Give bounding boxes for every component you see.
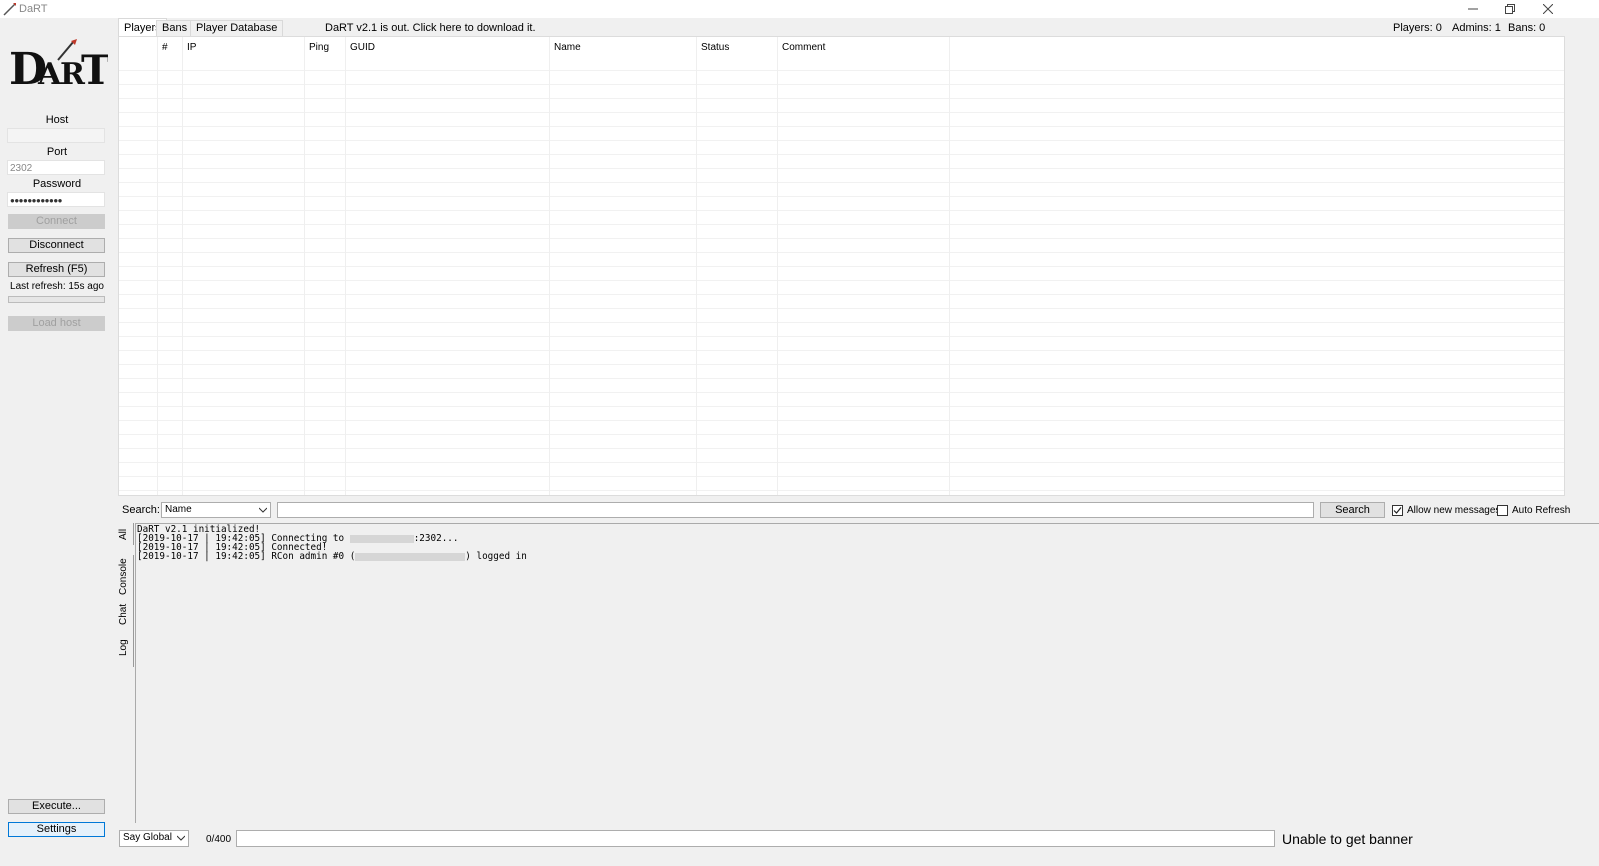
allow-new-messages-checkbox[interactable] — [1392, 505, 1403, 516]
refresh-button[interactable]: Refresh (F5) — [8, 262, 105, 277]
log-output[interactable]: DaRT v2.1 initialized! [2019-10-17 | 19:… — [135, 523, 1599, 823]
last-refresh-text: Last refresh: 15s ago — [10, 281, 104, 292]
tab-log-console[interactable]: Console — [118, 555, 134, 599]
say-target-value: Say Global — [123, 832, 172, 843]
tab-log-log[interactable]: Log — [118, 629, 134, 667]
column-header-name[interactable]: Name — [554, 42, 581, 53]
search-field-select[interactable]: Name — [161, 502, 271, 518]
close-icon — [1543, 4, 1553, 14]
log-line: [2019-10-17 | 19:42:05] Connecting to :2… — [137, 533, 459, 544]
restore-button[interactable] — [1492, 0, 1528, 18]
tab-log-all[interactable]: All — [118, 523, 134, 545]
column-divider — [696, 37, 697, 495]
auto-refresh-label: Auto Refresh — [1512, 505, 1571, 516]
tab-log-chat[interactable]: Chat — [118, 599, 134, 629]
column-header-ip[interactable]: IP — [187, 42, 196, 53]
host-field[interactable] — [7, 128, 105, 143]
dart-app-icon — [3, 3, 16, 16]
search-label: Search: — [122, 504, 160, 516]
column-header-ping[interactable]: Ping — [309, 42, 329, 53]
bans-count: Bans: 0 — [1508, 22, 1546, 34]
column-divider — [777, 37, 778, 495]
column-divider — [182, 37, 183, 495]
close-button[interactable] — [1530, 0, 1566, 18]
auto-refresh-checkbox[interactable] — [1497, 505, 1508, 516]
window-title: DaRT — [19, 3, 48, 15]
banner-status-text: Unable to get banner — [1282, 831, 1413, 847]
refresh-progress-bar — [8, 296, 105, 303]
column-divider — [949, 37, 950, 495]
update-notice-link[interactable]: DaRT v2.1 is out. Click here to download… — [325, 22, 536, 34]
svg-text:T: T — [81, 47, 108, 92]
admins-count: Admins: 1 — [1452, 22, 1501, 34]
players-table[interactable]: # IP Ping GUID Name Status Comment — [118, 36, 1565, 496]
log-line: [2019-10-17 | 19:42:05] Connected! — [137, 542, 328, 553]
redacted-host — [349, 534, 414, 543]
connect-button[interactable]: Connect — [8, 214, 105, 229]
log-line: DaRT v2.1 initialized! — [137, 524, 261, 535]
title-bar: DaRT — [0, 0, 1599, 18]
checkmark-icon — [1393, 507, 1402, 514]
character-counter: 0/400 — [206, 834, 232, 845]
search-input[interactable] — [277, 502, 1314, 518]
port-field[interactable]: 2302 — [7, 160, 105, 175]
search-field-value: Name — [165, 504, 192, 515]
column-header-status[interactable]: Status — [701, 42, 729, 53]
password-label: Password — [32, 178, 82, 190]
column-header-number[interactable]: # — [162, 42, 168, 53]
dart-logo: D A R T — [9, 39, 108, 92]
allow-new-messages-label: Allow new messages — [1407, 505, 1501, 516]
message-input[interactable] — [236, 830, 1275, 847]
column-header-comment[interactable]: Comment — [782, 42, 825, 53]
password-field[interactable]: ●●●●●●●●●●●● — [7, 192, 105, 207]
svg-text:A: A — [37, 57, 62, 92]
settings-button[interactable]: Settings — [8, 822, 105, 837]
port-label: Port — [46, 146, 68, 158]
players-count: Players: 0 — [1393, 22, 1442, 34]
log-tabs: All Console Chat Log — [118, 523, 134, 823]
column-divider — [304, 37, 305, 495]
disconnect-button[interactable]: Disconnect — [8, 238, 105, 253]
chevron-down-icon — [259, 507, 267, 513]
restore-icon — [1505, 4, 1515, 14]
tab-player-database[interactable]: Player Database — [190, 20, 284, 36]
host-label: Host — [45, 114, 69, 126]
search-button[interactable]: Search — [1320, 502, 1385, 518]
column-divider — [157, 37, 158, 495]
chevron-down-icon — [177, 835, 185, 841]
log-line: [2019-10-17 | 19:42:05] RCon admin #0 ()… — [137, 551, 527, 562]
column-divider — [345, 37, 346, 495]
load-host-button[interactable]: Load host — [8, 316, 105, 331]
minimize-button[interactable] — [1455, 0, 1491, 18]
say-target-select[interactable]: Say Global — [119, 830, 189, 847]
redacted-address — [355, 552, 466, 561]
column-divider — [549, 37, 550, 495]
column-header-guid[interactable]: GUID — [350, 42, 375, 53]
tab-bans[interactable]: Bans — [156, 20, 194, 36]
execute-button[interactable]: Execute... — [8, 799, 105, 814]
table-header: # IP Ping GUID Name Status Comment — [119, 37, 1564, 57]
minimize-icon — [1468, 8, 1478, 10]
